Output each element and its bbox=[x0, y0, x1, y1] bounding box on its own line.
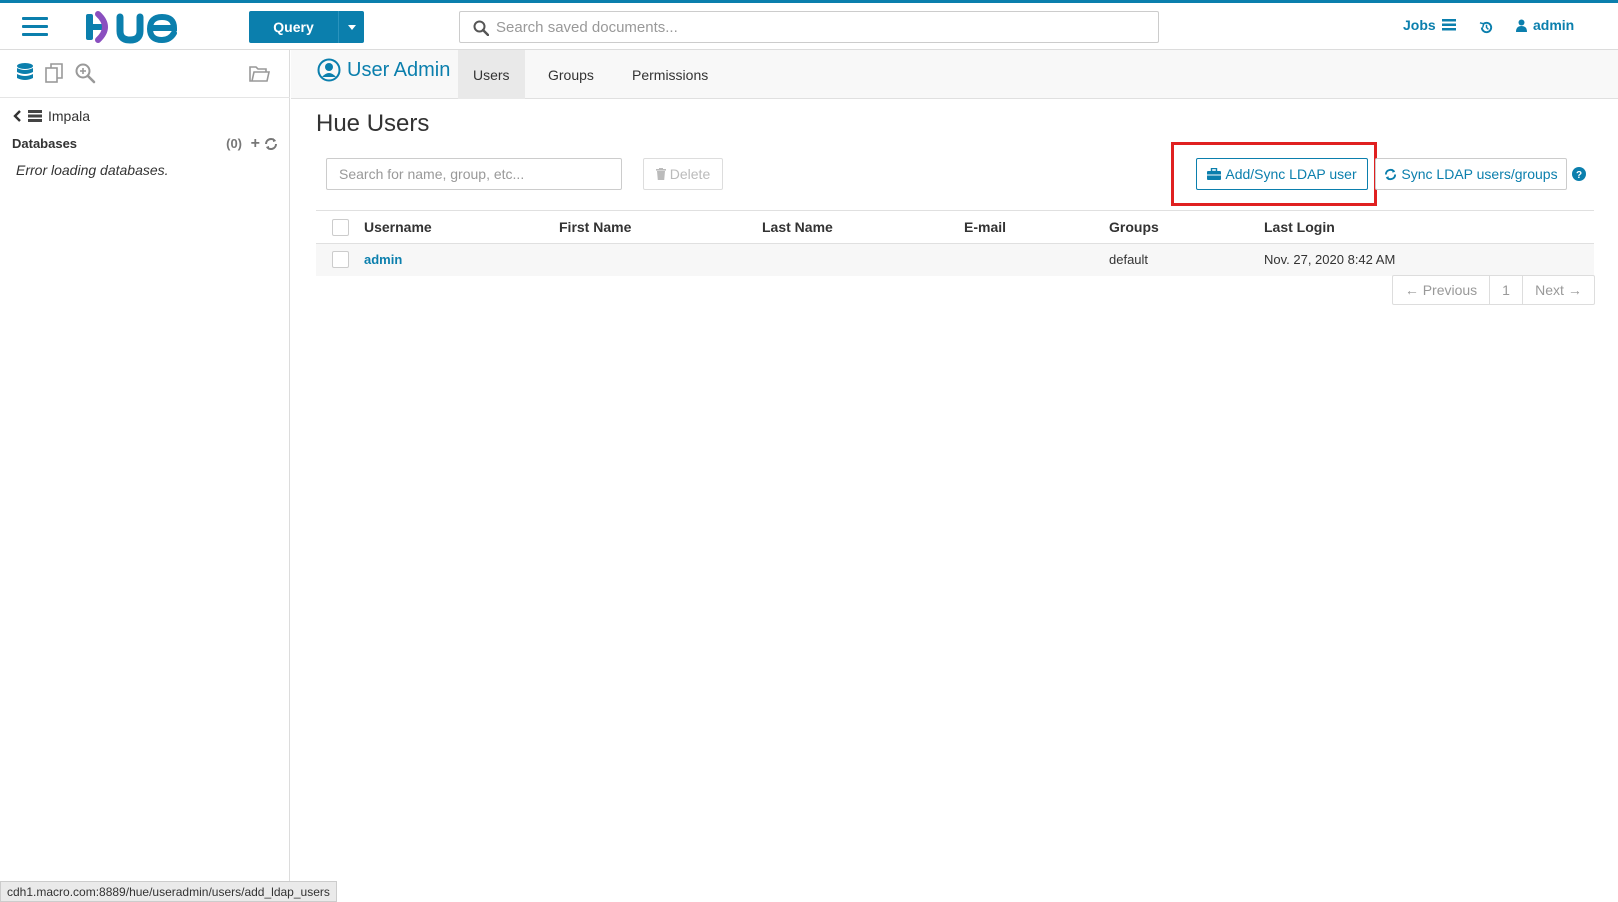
query-button[interactable]: Query bbox=[249, 11, 339, 43]
user-label: admin bbox=[1533, 17, 1575, 33]
row-checkbox[interactable] bbox=[332, 251, 349, 269]
cell-last-login: Nov. 27, 2020 8:42 AM bbox=[1264, 243, 1594, 276]
column-header-groups[interactable]: Groups bbox=[1109, 210, 1264, 244]
cell-groups: default bbox=[1109, 243, 1264, 276]
history-icon[interactable] bbox=[1479, 20, 1494, 35]
table-header-row: Username First Name Last Name E-mail Gro… bbox=[316, 210, 1594, 244]
page-number-button[interactable]: 1 bbox=[1490, 276, 1523, 304]
search-icon bbox=[473, 20, 489, 36]
users-table: Username First Name Last Name E-mail Gro… bbox=[316, 210, 1594, 276]
user-menu[interactable]: admin bbox=[1516, 17, 1574, 33]
cell-first-name bbox=[559, 243, 762, 276]
databases-error: Error loading databases. bbox=[16, 162, 169, 178]
username-link[interactable]: admin bbox=[364, 252, 402, 267]
user-circle-icon bbox=[317, 58, 341, 82]
add-database-icon[interactable]: + bbox=[251, 136, 260, 152]
status-bar-url: cdh1.macro.com:8889/hue/useradmin/users/… bbox=[0, 881, 337, 902]
left-sidebar: Impala Databases (0) + Error loading dat… bbox=[0, 50, 290, 902]
cell-last-name bbox=[762, 243, 964, 276]
database-icon[interactable] bbox=[14, 62, 36, 84]
briefcase-icon bbox=[1207, 168, 1222, 180]
tab-permissions[interactable]: Permissions bbox=[617, 50, 723, 99]
databases-label: Databases bbox=[12, 136, 78, 151]
databases-header: Databases (0) + bbox=[12, 136, 280, 156]
select-all-checkbox[interactable] bbox=[332, 218, 349, 236]
app-title-label: User Admin bbox=[347, 58, 451, 81]
help-icon[interactable]: ? bbox=[1572, 167, 1586, 181]
delete-label: Delete bbox=[669, 166, 711, 182]
cell-username: admin bbox=[364, 243, 559, 276]
sync-ldap-label: Sync LDAP users/groups bbox=[1401, 166, 1558, 182]
jobs-label: Jobs bbox=[1403, 17, 1436, 33]
top-navbar: Query Jobs admin bbox=[0, 0, 1618, 50]
global-search bbox=[459, 11, 1159, 43]
add-sync-ldap-user-label: Add/Sync LDAP user bbox=[1225, 166, 1357, 182]
cell-email bbox=[964, 243, 1109, 276]
query-dropdown-caret-icon[interactable] bbox=[339, 11, 364, 43]
delete-button[interactable]: Delete bbox=[643, 158, 723, 190]
column-header-first-name[interactable]: First Name bbox=[559, 210, 762, 244]
select-all-cell bbox=[316, 210, 364, 244]
user-filter-input[interactable] bbox=[326, 158, 622, 190]
previous-page-button[interactable]: ← Previous bbox=[1393, 276, 1490, 304]
hue-logo[interactable] bbox=[84, 9, 184, 45]
trash-icon bbox=[655, 168, 666, 180]
hamburger-menu-icon[interactable] bbox=[22, 17, 48, 37]
folder-open-icon[interactable] bbox=[248, 62, 270, 84]
app-subnav: User Admin Users Groups Permissions bbox=[291, 50, 1618, 99]
table-row: admin default Nov. 27, 2020 8:42 AM bbox=[316, 243, 1594, 276]
tab-users[interactable]: Users bbox=[458, 50, 525, 99]
chevron-left-icon[interactable] bbox=[12, 110, 22, 122]
tab-groups[interactable]: Groups bbox=[533, 50, 609, 99]
next-page-button[interactable]: Next → bbox=[1523, 276, 1594, 304]
refresh-icon[interactable] bbox=[264, 137, 278, 151]
user-icon bbox=[1516, 19, 1527, 32]
list-icon bbox=[1441, 19, 1456, 31]
page-title: Hue Users bbox=[316, 110, 430, 137]
add-sync-ldap-user-button[interactable]: Add/Sync LDAP user bbox=[1196, 158, 1368, 190]
search-input[interactable] bbox=[496, 14, 1146, 40]
column-header-last-login[interactable]: Last Login bbox=[1264, 210, 1594, 244]
breadcrumb-label: Impala bbox=[48, 108, 91, 124]
app-title[interactable]: User Admin bbox=[317, 58, 450, 82]
svg-text:?: ? bbox=[1576, 170, 1582, 181]
sidebar-toolbar bbox=[0, 50, 290, 98]
search-zoom-icon[interactable] bbox=[74, 62, 96, 84]
refresh-icon bbox=[1385, 168, 1397, 180]
column-header-last-name[interactable]: Last Name bbox=[762, 210, 964, 244]
breadcrumb-impala[interactable]: Impala bbox=[12, 108, 90, 124]
row-select-cell bbox=[316, 243, 364, 276]
databases-count: (0) bbox=[226, 136, 242, 151]
sync-ldap-users-groups-button[interactable]: Sync LDAP users/groups bbox=[1375, 158, 1567, 190]
query-button-group: Query bbox=[249, 11, 364, 43]
column-header-username[interactable]: Username bbox=[364, 210, 559, 244]
jobs-link[interactable]: Jobs bbox=[1403, 17, 1456, 33]
pagination: ← Previous 1 Next → bbox=[1392, 275, 1595, 305]
documents-icon[interactable] bbox=[44, 62, 66, 84]
column-header-email[interactable]: E-mail bbox=[964, 210, 1109, 244]
server-icon bbox=[28, 110, 42, 122]
